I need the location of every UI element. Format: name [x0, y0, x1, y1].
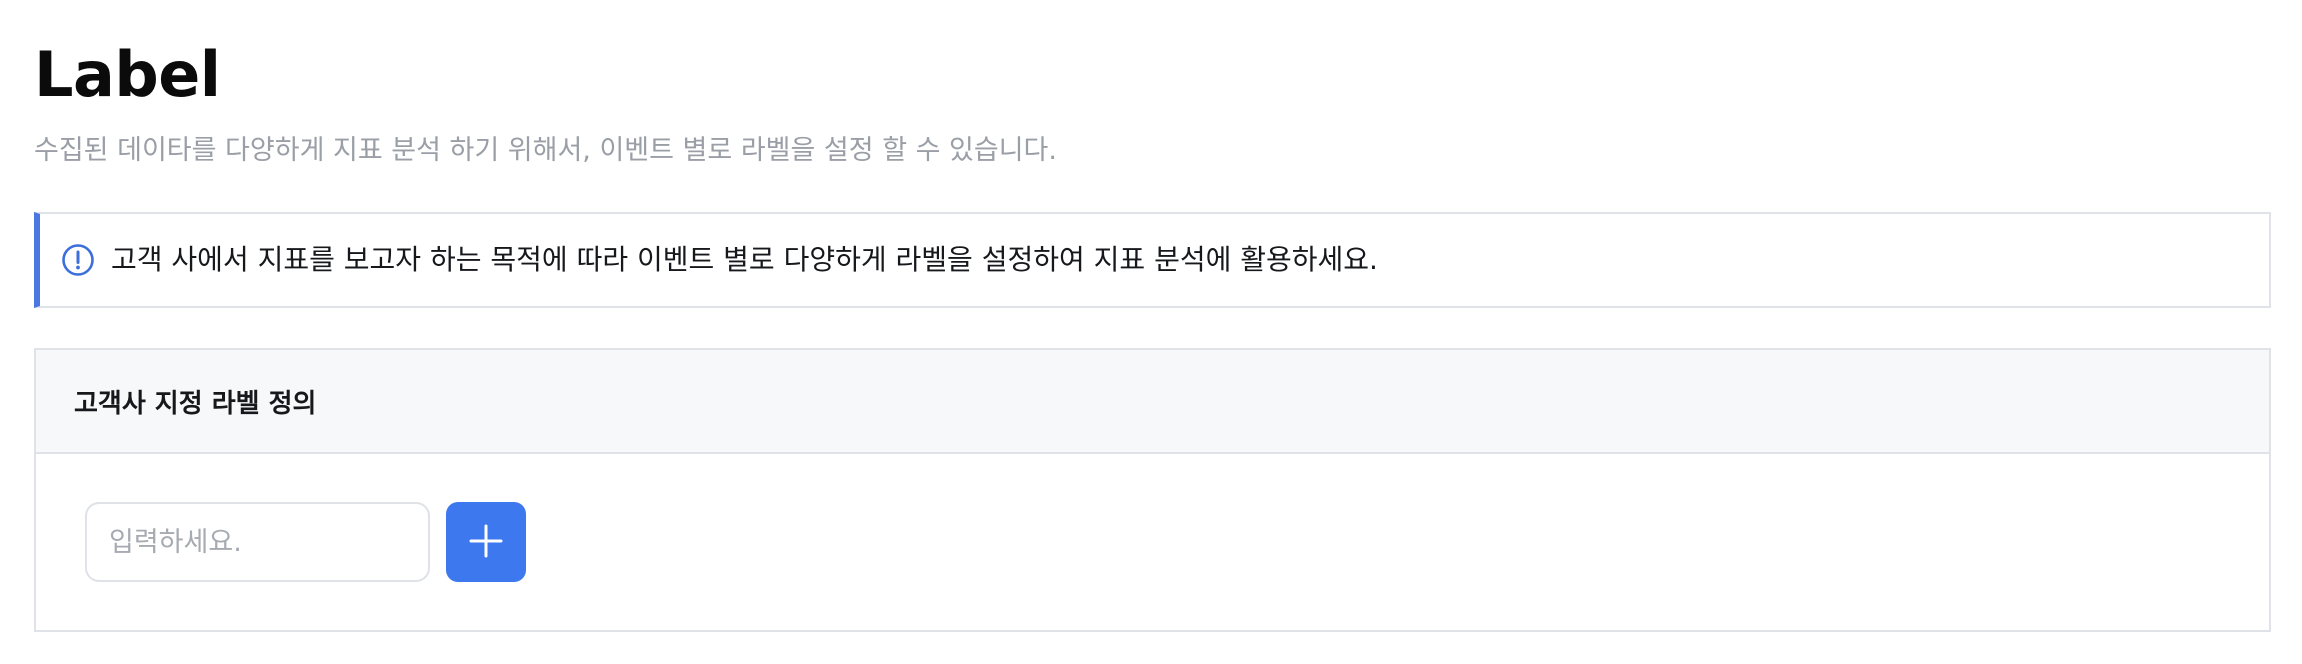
- label-name-input[interactable]: [85, 502, 430, 582]
- info-notice: 고객 사에서 지표를 보고자 하는 목적에 따라 이벤트 별로 다양하게 라벨을…: [34, 212, 2271, 308]
- info-circle-icon: [61, 243, 95, 277]
- panel-header: 고객사 지정 라벨 정의: [36, 350, 2269, 454]
- plus-icon: [468, 523, 504, 562]
- label-page: Label 수집된 데이타를 다양하게 지표 분석 하기 위해서, 이벤트 별로…: [0, 0, 2302, 664]
- add-label-button[interactable]: [446, 502, 526, 582]
- page-subtitle: 수집된 데이타를 다양하게 지표 분석 하기 위해서, 이벤트 별로 라벨을 설…: [34, 135, 1057, 166]
- panel-title: 고객사 지정 라벨 정의: [74, 388, 317, 419]
- panel-body: [36, 454, 2269, 630]
- label-definition-panel: 고객사 지정 라벨 정의: [34, 348, 2271, 632]
- notice-text: 고객 사에서 지표를 보고자 하는 목적에 따라 이벤트 별로 다양하게 라벨을…: [111, 243, 1378, 276]
- page-title: Label: [34, 38, 221, 111]
